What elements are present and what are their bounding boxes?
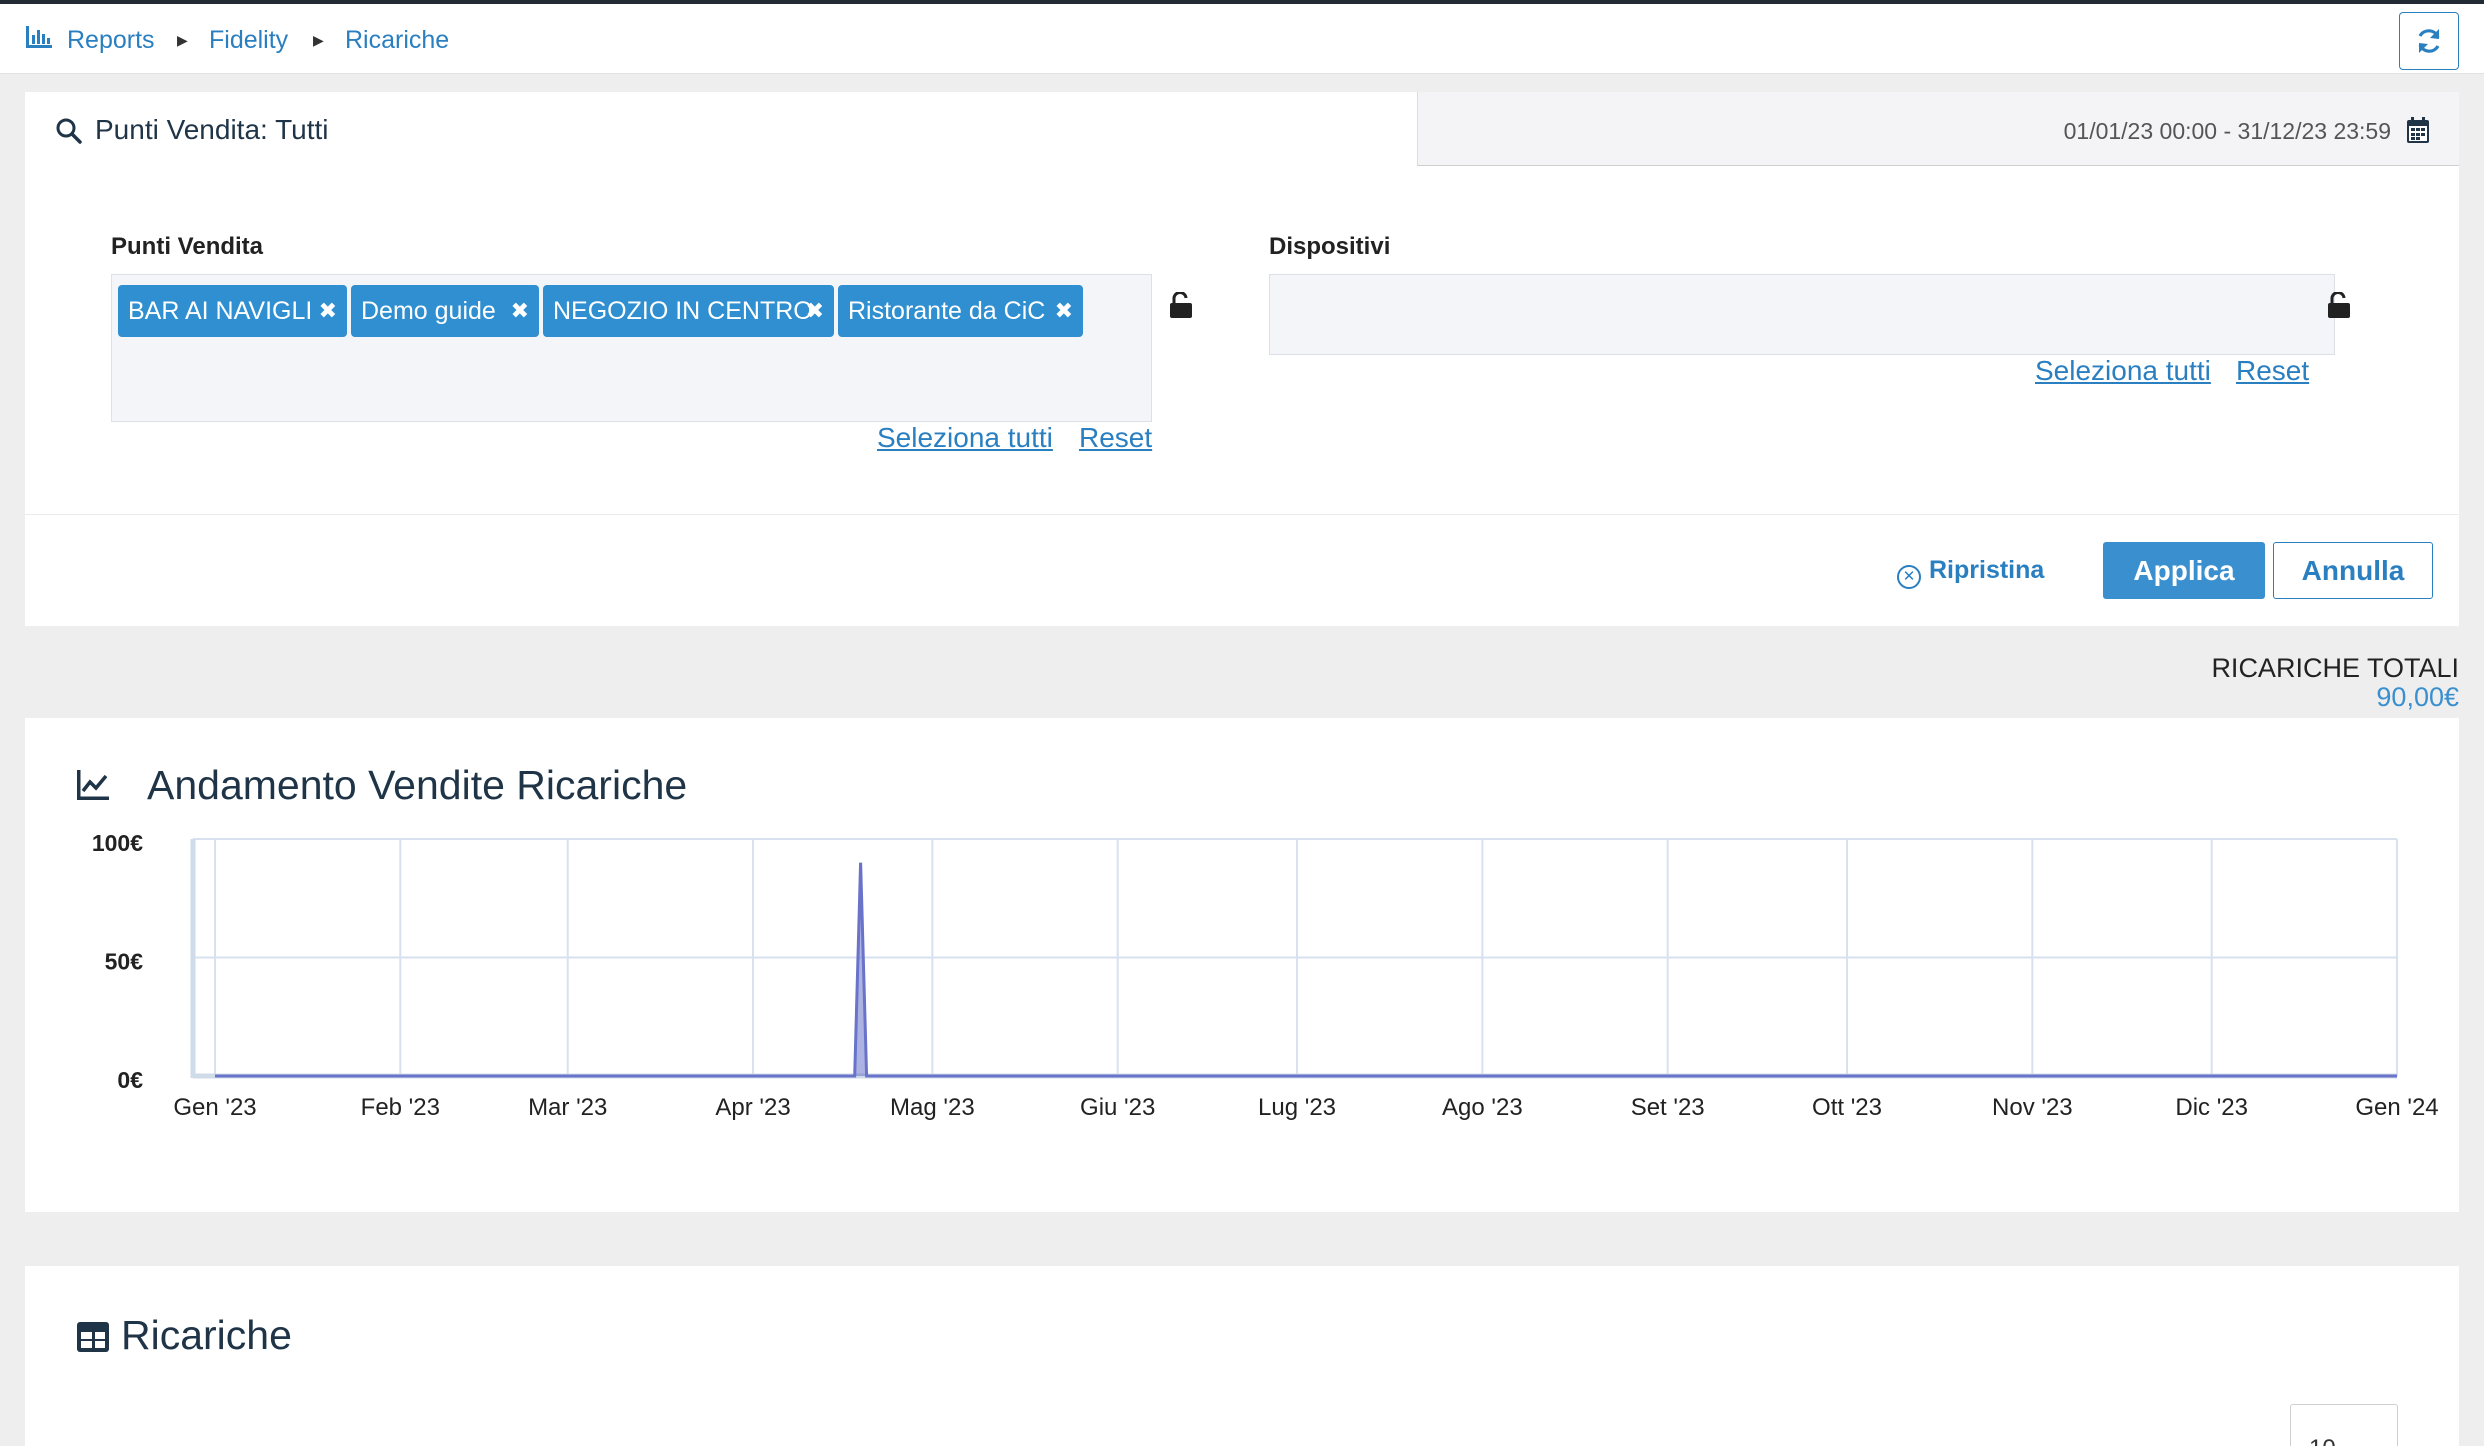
refresh-button[interactable]: [2399, 12, 2459, 70]
sales-chart: 0€ 50€ 100€ Gen '23 Feb '23 Mar '23 Apr '23 Mag…: [92, 830, 2439, 1121]
punti-vendita-label: Punti Vendita: [111, 233, 264, 260]
punti-vendita-select[interactable]: BAR AI NAVIGLI ✖ Demo guide ✖ NEGOZIO IN…: [111, 274, 1152, 422]
filter-search-label: Punti Vendita: Tutti: [95, 114, 329, 145]
unlock-icon[interactable]: [2328, 291, 2350, 318]
x-tick-label: Gen '23: [173, 1094, 256, 1121]
page-size-select[interactable]: 10: [2290, 1404, 2398, 1446]
dispositivi-label: Dispositivi: [1269, 233, 1391, 260]
tag-ristorante-da-cic: Ristorante da CiC ✖: [838, 285, 1083, 337]
x-tick-label: Ago '23: [1442, 1094, 1523, 1121]
punti-vendita-reset-link[interactable]: Reset: [1079, 422, 1152, 454]
y-tick-label: 100€: [92, 830, 143, 856]
search-icon: [55, 117, 83, 150]
tag-bar-ai-navigli: BAR AI NAVIGLI ✖: [118, 285, 347, 337]
totals-value: 90,00€: [2376, 682, 2459, 712]
remove-tag-icon[interactable]: ✖: [319, 285, 337, 337]
filter-search-tab[interactable]: Punti Vendita: Tutti: [25, 92, 1417, 164]
x-tick-label: Apr '23: [715, 1094, 790, 1121]
apply-button[interactable]: Applica: [2103, 542, 2265, 599]
breadcrumb-fidelity[interactable]: Fidelity: [209, 26, 288, 55]
circle-x-icon: ✕: [1897, 565, 1921, 589]
bar-chart-icon: [26, 26, 52, 53]
remove-tag-icon[interactable]: ✖: [511, 285, 529, 337]
x-tick-label: Mag '23: [890, 1094, 975, 1121]
remove-tag-icon[interactable]: ✖: [806, 285, 824, 337]
dispositivi-select-all-link[interactable]: Seleziona tutti: [2035, 355, 2211, 387]
unlock-icon[interactable]: [1170, 291, 1192, 318]
x-tick-label: Dic '23: [2175, 1094, 2248, 1121]
x-tick-label: Lug '23: [1258, 1094, 1336, 1121]
tag-demo-guide: Demo guide ✖: [351, 285, 539, 337]
x-tick-label: Giu '23: [1080, 1094, 1155, 1121]
y-tick-label: 50€: [105, 949, 144, 975]
filter-panel: Punti Vendita: Tutti 01/01/23 00:00 - 31…: [25, 92, 2459, 626]
cancel-button[interactable]: Annulla: [2273, 542, 2433, 599]
calendar-icon: [2407, 117, 2429, 148]
ripristina-button[interactable]: ✕ Ripristina: [1897, 556, 2044, 589]
dispositivi-select[interactable]: [1269, 274, 2335, 355]
dispositivi-reset-link[interactable]: Reset: [2236, 355, 2309, 387]
date-range-text: 01/01/23 00:00 - 31/12/23 23:59: [2063, 118, 2391, 144]
totals-title: RICARICHE TOTALI: [2211, 653, 2459, 683]
x-tick-label: Feb '23: [361, 1094, 440, 1121]
punti-vendita-select-all-link[interactable]: Seleziona tutti: [877, 422, 1053, 454]
x-tick-label: Nov '23: [1992, 1094, 2073, 1121]
y-tick-label: 0€: [117, 1067, 143, 1093]
filter-divider: [25, 514, 2459, 515]
breadcrumb-separator-icon: ▶: [177, 32, 188, 48]
chart-area: [215, 862, 2397, 1076]
refresh-icon: [2414, 28, 2444, 59]
tag-negozio-in-centro: NEGOZIO IN CENTRO ✖: [543, 285, 834, 337]
breadcrumb: Reports ▶ Fidelity ▶ Ricariche: [0, 4, 2484, 74]
table-panel: Ricariche 10: [25, 1266, 2459, 1446]
breadcrumb-ricariche: Ricariche: [345, 26, 450, 54]
breadcrumb-separator-icon: ▶: [313, 32, 324, 48]
remove-tag-icon[interactable]: ✖: [1055, 285, 1073, 337]
chevron-down-icon: [2363, 1439, 2383, 1446]
table-icon: [77, 1322, 109, 1352]
x-tick-label: Set '23: [1631, 1094, 1705, 1121]
x-tick-label: Gen '24: [2355, 1094, 2438, 1121]
chart-series-line: [215, 862, 2397, 1078]
date-range-picker[interactable]: 01/01/23 00:00 - 31/12/23 23:59: [1417, 92, 2459, 166]
breadcrumb-reports[interactable]: Reports: [67, 26, 155, 55]
chart-panel: Andamento Vendite Ricariche 0€ 50€ 100€ Gen…: [25, 718, 2459, 1212]
x-tick-label: Ott '23: [1812, 1094, 1882, 1121]
x-tick-label: Mar '23: [528, 1094, 607, 1121]
